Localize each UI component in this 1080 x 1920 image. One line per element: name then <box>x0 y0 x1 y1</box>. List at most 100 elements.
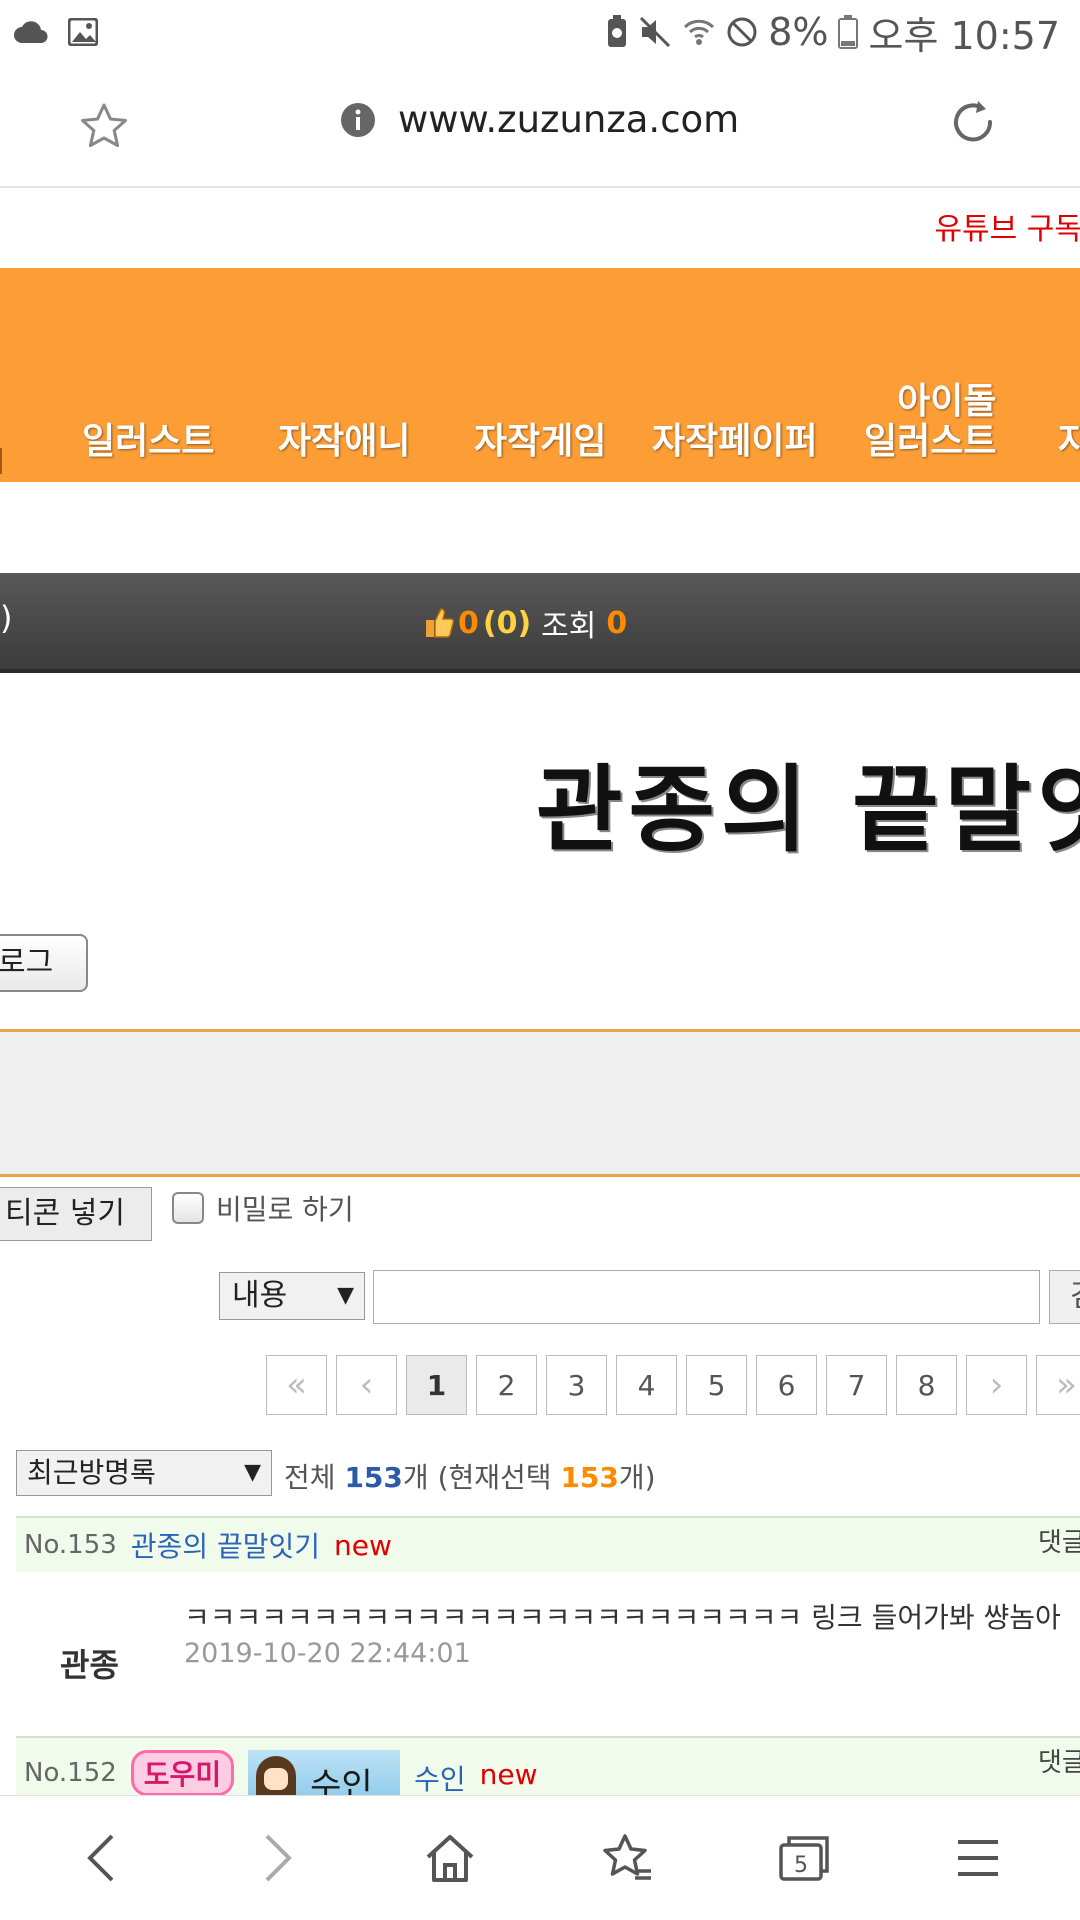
page-button-2[interactable]: 2 <box>476 1355 537 1415</box>
dropdown-arrow-icon: ▼ <box>337 1283 354 1308</box>
secret-option[interactable]: 비밀로 하기 <box>172 1188 354 1228</box>
page-button-1[interactable]: 1 <box>406 1355 467 1415</box>
search-field-select[interactable]: 내용 ▼ <box>219 1272 365 1320</box>
back-button[interactable] <box>70 1826 134 1890</box>
mute-icon <box>640 16 671 48</box>
entry-content: ㅋㅋㅋㅋㅋㅋㅋㅋㅋㅋㅋㅋㅋㅋㅋㅋㅋㅋㅋㅋㅋㅋㅋㅋ 링크 들어가봐 썅놈아 <box>184 1601 1061 1634</box>
reload-icon[interactable] <box>948 98 1000 150</box>
entry-author: 관종 <box>60 1646 119 1684</box>
chevron-right-icon <box>265 1834 292 1882</box>
clock: 오후 10:57 <box>868 13 1060 58</box>
reply-link[interactable]: 댓글 <box>1038 1742 1080 1779</box>
do-not-disturb-icon <box>727 17 757 47</box>
nickname-image: 수인 <box>248 1750 401 1795</box>
youtube-subscribe-link[interactable]: 유튜브 구독 <box>934 204 1080 248</box>
entry-body: 관종 ㅋㅋㅋㅋㅋㅋㅋㅋㅋㅋㅋㅋㅋㅋㅋㅋㅋㅋㅋㅋㅋㅋㅋㅋ 링크 들어가봐 썅놈아 … <box>16 1572 1080 1738</box>
page-next-button[interactable]: › <box>966 1355 1027 1415</box>
hamburger-menu-icon <box>958 1840 998 1876</box>
views-label: 조회 <box>541 609 597 644</box>
guestbook-entry: No.152 도우미 수인 수인 new 댓글 <box>16 1736 1080 1795</box>
status-left-icons <box>14 12 98 52</box>
search-button[interactable]: 검 <box>1049 1270 1080 1324</box>
bookmark-star-icon[interactable] <box>78 102 130 152</box>
home-button[interactable] <box>418 1826 482 1890</box>
menu-idol-illust-line1: 아이돌 <box>897 381 997 422</box>
site-banner-nav: 일러스트 자작애니 자작게임 자작페이퍼 아이돌 일러스트 자 <box>0 268 1080 482</box>
guestbook-counts: 전체 153개 (현재선택 153개) <box>284 1456 656 1496</box>
search-field-select-value: 내용 <box>232 1278 288 1313</box>
menu-button[interactable] <box>946 1826 1010 1890</box>
helper-badge: 도우미 <box>130 1750 235 1795</box>
menu-self-paper[interactable]: 자작페이퍼 <box>652 268 818 482</box>
bookmarks-button[interactable] <box>596 1826 660 1890</box>
tabs-button[interactable]: 5 <box>772 1826 836 1890</box>
comment-textarea[interactable] <box>0 1029 1080 1177</box>
menu-self-game[interactable]: 자작게임 <box>474 268 606 482</box>
menu-self-anime[interactable]: 자작애니 <box>278 268 410 482</box>
banner-edge-mark <box>0 448 2 474</box>
entry-date: 2019-10-20 22:44:01 <box>184 1638 471 1669</box>
log-button[interactable]: 로그 <box>0 934 88 992</box>
dropdown-arrow-icon: ▼ <box>244 1460 261 1485</box>
entry-number: No.152 <box>24 1758 117 1788</box>
insert-emoticon-button[interactable]: 티콘 넣기 <box>0 1187 152 1241</box>
cloud-icon <box>14 21 48 43</box>
guestbook-filter-value: 최근방명록 <box>27 1456 156 1489</box>
battery-percent: 8% <box>768 10 829 54</box>
entry-header: No.152 도우미 수인 수인 new 댓글 <box>16 1736 1080 1795</box>
page-button-6[interactable]: 6 <box>756 1355 817 1415</box>
selected-unit: 개) <box>618 1461 656 1494</box>
page-prev-button[interactable]: ‹ <box>336 1355 397 1415</box>
page-button-4[interactable]: 4 <box>616 1355 677 1415</box>
menu-idol-illust-line2: 일러스트 <box>864 421 997 462</box>
pagination: « ‹ 1 2 3 4 5 6 7 8 › » <box>266 1355 1080 1415</box>
page-button-7[interactable]: 7 <box>826 1355 887 1415</box>
address-field[interactable]: www.zuzunza.com <box>340 98 739 141</box>
likes-count: 0 <box>458 605 479 641</box>
avatar-face <box>264 1768 289 1790</box>
selected-count: 153 <box>560 1461 619 1494</box>
menu-illust[interactable]: 일러스트 <box>82 268 214 482</box>
battery-saver-icon <box>608 15 627 47</box>
wifi-icon <box>684 19 715 45</box>
forward-button[interactable] <box>245 1826 309 1890</box>
post-stats: 0 (0) 조회 0 <box>424 601 627 645</box>
status-right: 8% 오후 10:57 <box>606 8 1060 58</box>
reply-link[interactable]: 댓글 <box>1038 1522 1080 1559</box>
info-icon[interactable] <box>340 102 376 138</box>
browser-url-bar: www.zuzunza.com <box>0 64 1080 188</box>
page-last-button[interactable]: » <box>1036 1355 1080 1415</box>
new-badge: new <box>334 1528 392 1562</box>
thumbs-up-icon[interactable] <box>424 607 454 639</box>
search-input[interactable] <box>373 1270 1040 1324</box>
page-button-3[interactable]: 3 <box>546 1355 607 1415</box>
status-bar: 8% 오후 10:57 <box>0 0 1080 64</box>
home-icon <box>426 1835 474 1882</box>
menu-more[interactable]: 자 <box>1058 268 1080 482</box>
entry-header: No.153 관종의 끝말잇기 new 댓글 <box>16 1516 1080 1572</box>
guestbook-entry: No.153 관종의 끝말잇기 new 댓글 관종 ㅋㅋㅋㅋㅋㅋㅋㅋㅋㅋㅋㅋㅋㅋ… <box>16 1516 1080 1738</box>
tab-count: 5 <box>794 1853 808 1878</box>
entry-title-link[interactable]: 관종의 끝말잇기 <box>131 1525 320 1565</box>
likes-paren-count: (0) <box>482 605 532 641</box>
nickname-image-text: 수인 <box>310 1766 373 1795</box>
entry-title-link[interactable]: 수인 <box>414 1758 466 1795</box>
chevron-left-icon <box>87 1834 114 1882</box>
secret-label: 비밀로 하기 <box>216 1193 354 1226</box>
browser-bottom-nav: 5 <box>0 1795 1080 1920</box>
bookmarks-star-icon <box>603 1834 651 1880</box>
page-button-5[interactable]: 5 <box>686 1355 747 1415</box>
image-icon <box>68 18 98 46</box>
secret-checkbox[interactable] <box>172 1192 204 1224</box>
total-count: 153 <box>344 1461 403 1494</box>
new-badge: new <box>479 1758 538 1791</box>
entry-number: No.153 <box>24 1530 117 1560</box>
guestbook-filter-select[interactable]: 최근방명록 ▼ <box>16 1450 272 1496</box>
menu-idol-illust[interactable]: 아이돌 일러스트 <box>864 268 996 482</box>
post-info-bar: ) 0 (0) 조회 0 <box>0 573 1080 673</box>
battery-icon <box>838 15 859 49</box>
page-first-button[interactable]: « <box>266 1355 327 1415</box>
total-label: 전체 <box>284 1461 336 1494</box>
views-count: 0 <box>606 605 628 641</box>
page-button-8[interactable]: 8 <box>896 1355 957 1415</box>
